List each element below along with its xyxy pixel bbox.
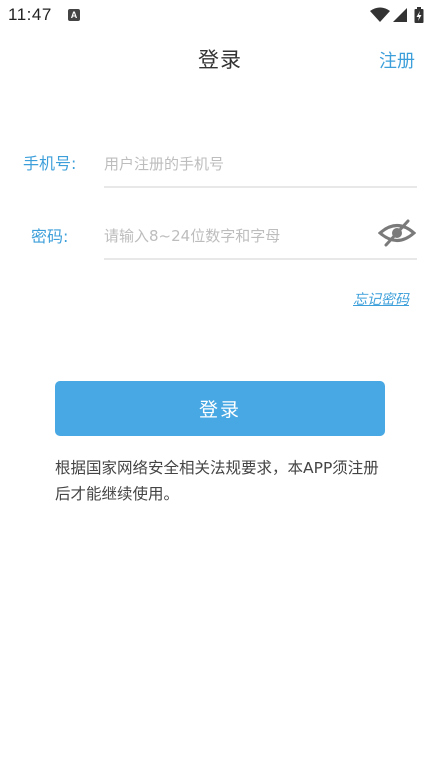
phone-label: 手机号: <box>23 154 77 173</box>
password-visibility-toggle[interactable] <box>377 218 417 248</box>
password-input[interactable] <box>104 214 417 260</box>
status-icons <box>370 7 434 23</box>
battery-charging-icon <box>414 7 424 23</box>
signal-icon <box>393 8 407 22</box>
login-screen: 11:47 A 登录 注册 手机号: 密码: 忘记密码 登录 根 <box>0 0 440 770</box>
registration-notice: 根据国家网络安全相关法规要求，本APP须注册后才能继续使用。 <box>55 459 379 503</box>
password-label: 密码: <box>31 227 69 246</box>
forgot-password-link[interactable]: 忘记密码 <box>353 289 409 309</box>
notification-a-icon: A <box>68 9 80 21</box>
status-bar: 11:47 A <box>0 0 440 30</box>
status-time: 11:47 <box>8 5 52 24</box>
wifi-icon <box>370 7 390 22</box>
phone-input[interactable] <box>104 142 417 188</box>
login-button[interactable]: 登录 <box>55 381 385 436</box>
page-title: 登录 <box>198 48 242 72</box>
eye-off-icon <box>377 219 417 247</box>
register-link[interactable]: 注册 <box>379 47 415 73</box>
